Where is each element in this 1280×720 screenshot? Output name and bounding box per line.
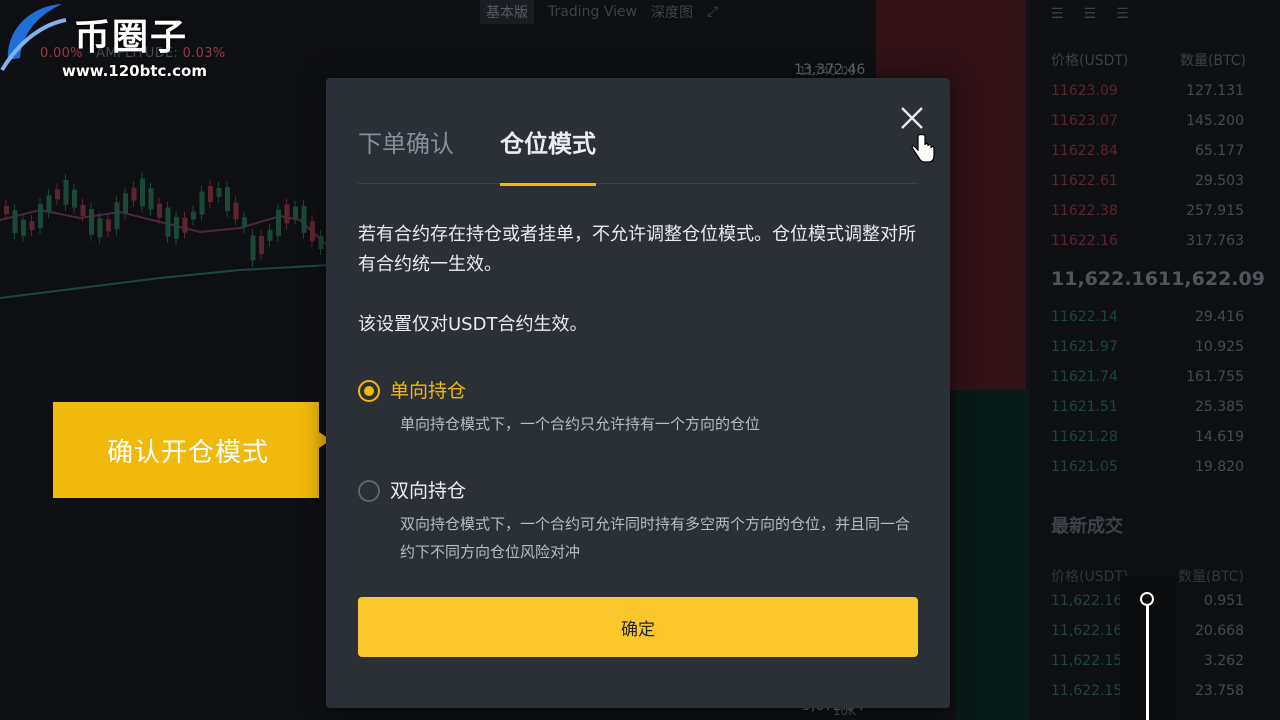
slider-track[interactable] bbox=[1146, 600, 1149, 720]
hand-cursor-icon bbox=[911, 134, 935, 163]
usdt-only-note: 该设置仅对USDT合约生效。 bbox=[358, 314, 588, 335]
watermark-logo: 币圈子 www.120btc.com bbox=[0, 0, 210, 84]
callout-text: 确认开仓模式 bbox=[107, 437, 270, 468]
option-hedge-title: 双向持仓 bbox=[390, 480, 467, 502]
position-mode-dialog: 下单确认 仓位模式 若有合约存在持仓或者挂单，不允许调整仓位模式。仓位模式调整对… bbox=[326, 78, 950, 708]
option-one-way-desc: 单向持仓模式下，一个合约只允许持有一个方向的仓位 bbox=[400, 415, 761, 433]
tab-position-mode[interactable]: 仓位模式 bbox=[500, 120, 596, 186]
close-button[interactable] bbox=[898, 104, 926, 132]
radio-one-way[interactable] bbox=[358, 380, 380, 402]
logo-title: 币圈子 bbox=[74, 17, 189, 58]
logo-url: www.120btc.com bbox=[62, 62, 207, 80]
slider-knob[interactable] bbox=[1140, 592, 1154, 606]
tab-order-confirm[interactable]: 下单确认 bbox=[358, 120, 454, 184]
close-icon[interactable] bbox=[898, 104, 926, 132]
vertical-slider[interactable] bbox=[1120, 576, 1176, 720]
confirm-button[interactable]: 确定 bbox=[358, 597, 918, 657]
dialog-tabs: 下单确认 仓位模式 bbox=[358, 120, 918, 186]
radio-hedge[interactable] bbox=[358, 480, 380, 502]
option-hedge-desc: 双向持仓模式下，一个合约可允许同时持有多空两个方向的仓位，并且同一合约下不同方向… bbox=[400, 515, 911, 561]
logo-swoosh-icon bbox=[0, 4, 67, 72]
option-one-way-title: 单向持仓 bbox=[390, 380, 467, 402]
callout-banner: 确认开仓模式 bbox=[53, 402, 331, 498]
position-mode-description: 若有合约存在持仓或者挂单，不允许调整仓位模式。仓位模式调整对所有合约统一生效。 bbox=[358, 224, 916, 275]
